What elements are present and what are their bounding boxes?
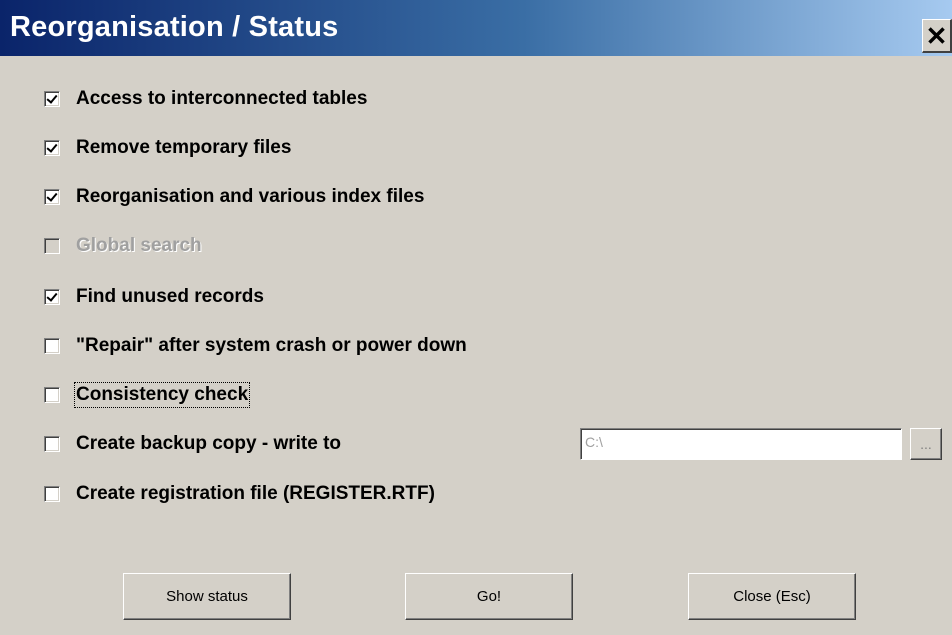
option-label: Create backup copy - write to: [76, 433, 342, 454]
checkbox[interactable]: [44, 140, 60, 156]
close-esc-button[interactable]: Close (Esc): [688, 573, 856, 620]
browse-button[interactable]: ...: [910, 428, 942, 460]
option-label: Find unused records: [76, 286, 264, 307]
checkbox[interactable]: [44, 387, 60, 403]
option-label: Consistency check: [73, 382, 251, 408]
option-label: Remove temporary files: [76, 137, 292, 158]
option-find-unused-records[interactable]: Find unused records: [44, 284, 264, 310]
option-consistency-check[interactable]: Consistency check: [44, 382, 251, 408]
checkbox[interactable]: [44, 486, 60, 502]
go-button[interactable]: Go!: [405, 573, 573, 620]
window-title: Reorganisation / Status: [10, 11, 339, 43]
show-status-button[interactable]: Show status: [123, 573, 291, 620]
option-remove-temporary-files[interactable]: Remove temporary files: [44, 135, 291, 161]
checkbox[interactable]: [44, 289, 60, 305]
option-label: Global search: [76, 235, 202, 256]
checkbox[interactable]: [44, 338, 60, 354]
option-create-registration-file[interactable]: Create registration file (REGISTER.RTF): [44, 481, 435, 507]
checkbox[interactable]: [44, 436, 60, 452]
option-label: Access to interconnected tables: [76, 88, 368, 109]
option-label: "Repair" after system crash or power dow…: [76, 335, 467, 356]
option-access-interconnected-tables[interactable]: Access to interconnected tables: [44, 86, 367, 112]
title-bar: Reorganisation / Status ✕: [0, 0, 952, 56]
close-icon[interactable]: ✕: [922, 19, 952, 53]
option-create-backup-copy[interactable]: Create backup copy - write to: [44, 431, 341, 457]
option-reorganisation-index-files[interactable]: Reorganisation and various index files: [44, 184, 424, 210]
option-label: Create registration file (REGISTER.RTF): [76, 483, 435, 504]
option-label: Reorganisation and various index files: [76, 186, 425, 207]
option-global-search: Global search: [44, 233, 202, 259]
backup-path-field[interactable]: C:\: [580, 428, 902, 460]
checkbox: [44, 238, 60, 254]
checkbox[interactable]: [44, 91, 60, 107]
checkbox[interactable]: [44, 189, 60, 205]
option-repair-after-crash[interactable]: "Repair" after system crash or power dow…: [44, 333, 467, 359]
